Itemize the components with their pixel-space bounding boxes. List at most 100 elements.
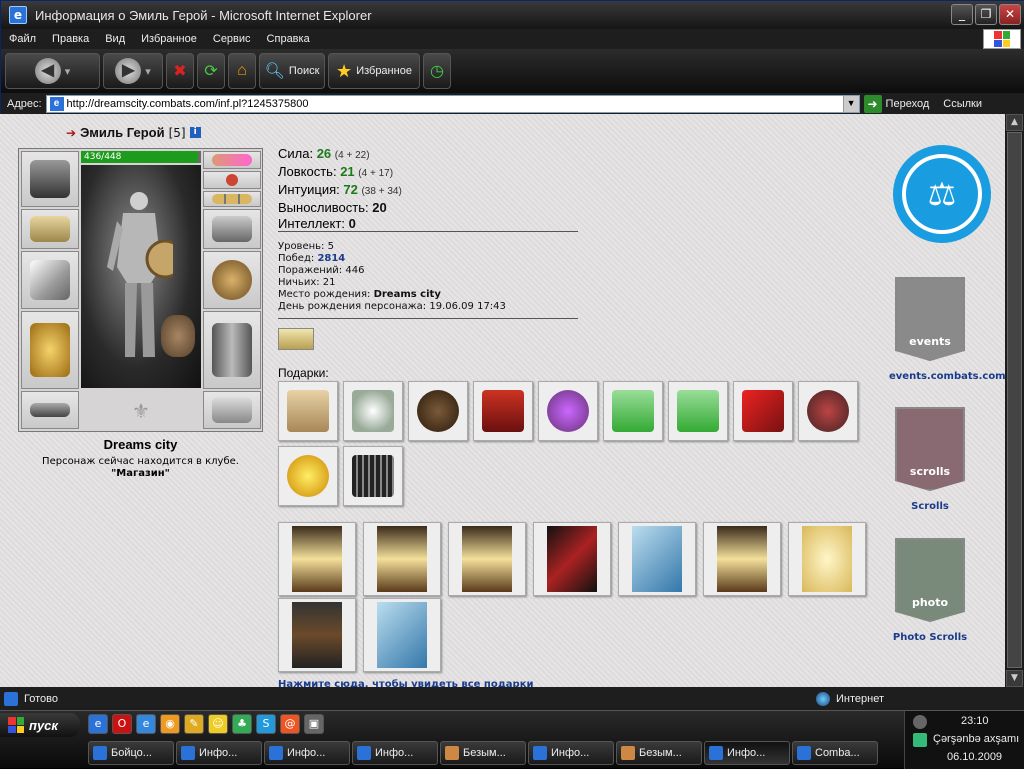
taskbar-item[interactable]: Безым... <box>440 741 526 765</box>
rings-slot[interactable] <box>203 191 261 207</box>
gift-item[interactable] <box>278 381 338 441</box>
title-bar[interactable]: e Информация о Эмиль Герой - Microsoft I… <box>1 1 1024 29</box>
helmet-slot[interactable] <box>21 151 79 207</box>
taskbar-item[interactable]: Инфо... <box>264 741 350 765</box>
home-button[interactable]: ⌂ <box>228 53 256 89</box>
minimize-button[interactable]: _ <box>951 4 973 25</box>
folder-icon[interactable]: ▣ <box>304 714 324 734</box>
gift-card[interactable] <box>278 598 356 672</box>
bracelet-icon[interactable] <box>278 328 314 350</box>
gift-item[interactable] <box>408 381 468 441</box>
gift-card[interactable] <box>618 522 696 596</box>
scrolls-banner[interactable]: scrolls Scrolls <box>889 399 971 512</box>
bracers-slot[interactable] <box>21 209 79 249</box>
menu-edit[interactable]: Правка <box>44 33 97 45</box>
search-button[interactable]: 🔍︎ Поиск <box>259 53 325 89</box>
info-icon[interactable]: i <box>189 127 201 138</box>
alignment-badge[interactable]: ⚖ <box>893 145 991 243</box>
menu-view[interactable]: Вид <box>97 33 133 45</box>
scroll-down-icon[interactable]: ▼ <box>1006 670 1023 687</box>
menu-favorites[interactable]: Избранное <box>133 33 205 45</box>
go-button[interactable]: ➜ Переход <box>863 95 929 113</box>
taskbar-item[interactable]: Инфо... <box>176 741 262 765</box>
armor-slot[interactable] <box>21 311 79 389</box>
refresh-button[interactable]: ⟳ <box>197 53 225 89</box>
gift-item[interactable] <box>343 381 403 441</box>
stop-button[interactable]: ✖ <box>166 53 194 89</box>
gift-card[interactable] <box>363 522 441 596</box>
gift-item[interactable] <box>668 381 728 441</box>
gift-card[interactable] <box>278 522 356 596</box>
address-input[interactable]: e http://dreamscity.combats.com/inf.pl?1… <box>45 95 860 113</box>
gift-card[interactable] <box>703 522 781 596</box>
gift-item[interactable] <box>278 446 338 506</box>
mail-icon[interactable]: @ <box>280 714 300 734</box>
taskbar-item[interactable]: Безым... <box>616 741 702 765</box>
menu-help[interactable]: Справка <box>259 33 318 45</box>
ie-quicklaunch-icon[interactable]: e <box>88 714 108 734</box>
shield-slot[interactable] <box>203 251 261 309</box>
forward-arrow-icon: ▶ <box>115 58 142 84</box>
earrings-slot[interactable] <box>203 151 261 169</box>
gift-item[interactable] <box>733 381 793 441</box>
gift-card[interactable] <box>788 522 866 596</box>
address-dropdown-icon[interactable]: ▼ <box>842 96 859 112</box>
belt-slot[interactable] <box>21 391 79 429</box>
links-button[interactable]: Ссылки <box>943 98 982 110</box>
back-button[interactable]: ◀ ▾ <box>5 53 100 89</box>
menu-file[interactable]: Файл <box>1 33 44 45</box>
taskbar-item-active[interactable]: Инфо... <box>704 741 790 765</box>
tray-app-icon[interactable] <box>913 733 927 747</box>
gift-card[interactable] <box>363 598 441 672</box>
stats-list: Сила: 26 (4 + 22) Ловкость: 21 (4 + 17) … <box>278 146 402 232</box>
network-icon[interactable] <box>913 715 927 729</box>
events-link[interactable]: events.combats.com <box>889 371 1005 382</box>
vertical-scrollbar[interactable]: ▲ ▼ <box>1005 114 1024 687</box>
forward-button[interactable]: ▶ ▾ <box>103 53 163 89</box>
gift-card[interactable] <box>448 522 526 596</box>
all-gifts-link[interactable]: Нажмите сюда, чтобы увидеть все подарки <box>278 679 534 687</box>
taskbar-item[interactable]: Бойцо... <box>88 741 174 765</box>
character-avatar[interactable] <box>81 165 201 388</box>
ie-icon: e <box>9 6 27 24</box>
legs-slot[interactable] <box>203 311 261 389</box>
gift-card[interactable] <box>533 522 611 596</box>
favorites-button[interactable]: ★ Избранное <box>328 53 420 89</box>
opera-icon[interactable]: O <box>112 714 132 734</box>
history-icon: ◷ <box>430 63 444 80</box>
events-banner[interactable]: events events.combats.com <box>889 269 1005 382</box>
taskbar-item[interactable]: Инфо... <box>528 741 614 765</box>
scroll-thumb[interactable] <box>1007 132 1022 668</box>
amulet-slot[interactable] <box>203 171 261 189</box>
pencil-icon[interactable]: ✎ <box>184 714 204 734</box>
menu-tools[interactable]: Сервис <box>205 33 259 45</box>
gift-item[interactable] <box>473 381 533 441</box>
maximize-button[interactable]: ❐ <box>975 4 997 25</box>
scroll-up-icon[interactable]: ▲ <box>1006 114 1023 131</box>
clock[interactable]: 23:10 <box>961 715 989 727</box>
ie-icon <box>533 746 547 760</box>
taskbar: пуск e O e ◉ ✎ ☺ ♣ S @ ▣ Бойцо... Инфо..… <box>0 710 1024 769</box>
photo-scrolls-link[interactable]: Photo Scrolls <box>889 632 971 643</box>
boots-slot[interactable] <box>203 391 261 429</box>
firefox-icon[interactable]: ◉ <box>160 714 180 734</box>
gift-item[interactable] <box>343 446 403 506</box>
start-button[interactable]: пуск <box>0 713 80 737</box>
history-button[interactable]: ◷ <box>423 53 451 89</box>
ie-icon[interactable]: e <box>136 714 156 734</box>
taskbar-item[interactable]: Инфо... <box>352 741 438 765</box>
gift-item[interactable] <box>538 381 598 441</box>
private-message-arrow-icon[interactable]: ➔ <box>66 126 76 140</box>
taskbar-item[interactable]: Comba... <box>792 741 878 765</box>
skype-icon[interactable]: S <box>256 714 276 734</box>
scrolls-link[interactable]: Scrolls <box>889 501 971 512</box>
gloves-slot[interactable] <box>203 209 261 249</box>
armor-icon <box>30 323 70 377</box>
smiley-icon[interactable]: ☺ <box>208 714 228 734</box>
photo-scrolls-banner[interactable]: photo Photo Scrolls <box>889 530 971 643</box>
contacts-icon[interactable]: ♣ <box>232 714 252 734</box>
gift-item[interactable] <box>603 381 663 441</box>
gift-item[interactable] <box>798 381 858 441</box>
weapon-slot[interactable] <box>21 251 79 309</box>
close-button[interactable]: ✕ <box>999 4 1021 25</box>
